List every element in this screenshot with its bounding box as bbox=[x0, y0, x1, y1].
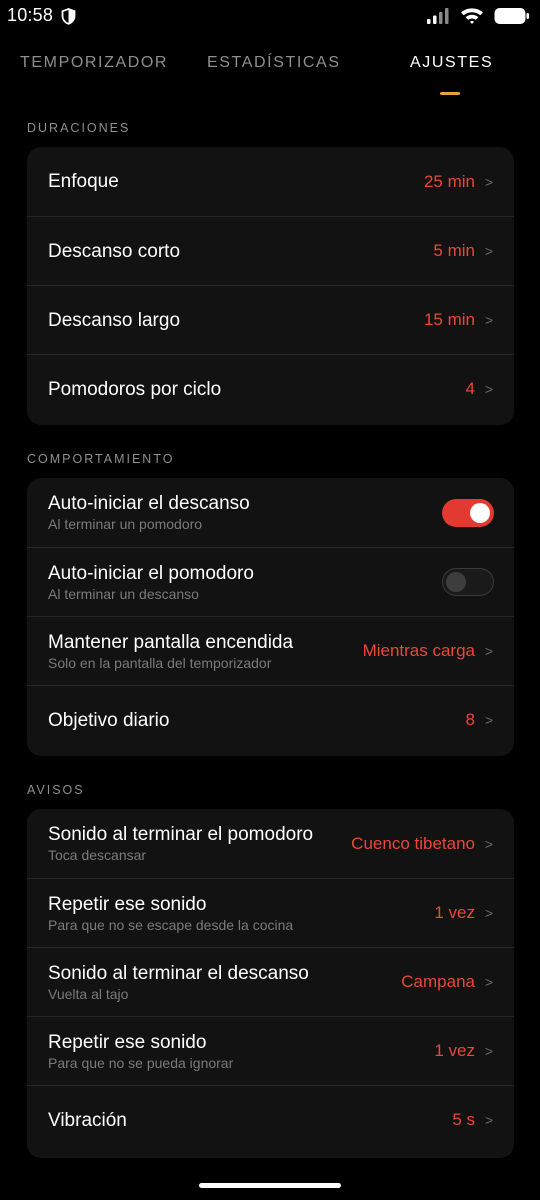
setting-label: Auto-iniciar el descanso bbox=[48, 493, 250, 514]
auto-start-break-toggle[interactable] bbox=[442, 498, 494, 527]
durations-card: Enfoque 25 min > Descanso corto 5 min > … bbox=[27, 147, 514, 425]
setting-label: Descanso corto bbox=[48, 240, 181, 262]
setting-label: Pomodoros por ciclo bbox=[48, 378, 222, 400]
setting-value: 8 bbox=[465, 710, 475, 729]
setting-label: Sonido al terminar el descanso bbox=[48, 962, 309, 984]
setting-label: Vibración bbox=[48, 1109, 127, 1131]
setting-label: Repetir ese sonido bbox=[48, 893, 207, 915]
setting-description: Toca descansar bbox=[48, 847, 147, 863]
chevron-right-icon: > bbox=[484, 1112, 494, 1128]
setting-value: 15 min bbox=[423, 310, 475, 329]
setting-value: Campana bbox=[401, 972, 475, 991]
setting-description: Para que no se escape desde la cocina bbox=[48, 916, 294, 933]
setting-value: 1 vez bbox=[434, 903, 475, 922]
wifi-icon bbox=[461, 8, 483, 24]
toggle-knob bbox=[470, 502, 490, 523]
setting-auto-start-break[interactable]: Auto-iniciar el descanso Al terminar un … bbox=[27, 478, 514, 547]
setting-label: Mantener pantalla encendida bbox=[48, 631, 294, 653]
chevron-right-icon: > bbox=[484, 905, 494, 921]
shield-icon bbox=[61, 8, 76, 25]
setting-pomodoros-per-cycle[interactable]: Pomodoros por ciclo 4 > bbox=[27, 354, 514, 423]
auto-start-pomodoro-toggle[interactable] bbox=[442, 568, 494, 596]
chevron-right-icon: > bbox=[484, 243, 494, 259]
setting-auto-start-pomodoro[interactable]: Auto-iniciar el pomodoro Al terminar un … bbox=[27, 547, 514, 616]
setting-label: Repetir ese sonido bbox=[48, 1031, 207, 1053]
behavior-card: Auto-iniciar el descanso Al terminar un … bbox=[27, 478, 514, 756]
chevron-right-icon: > bbox=[484, 974, 494, 990]
setting-pomodoro-end-sound[interactable]: Sonido al terminar el pomodoro Toca desc… bbox=[27, 809, 514, 878]
section-title-behavior: COMPORTAMIENTO bbox=[27, 452, 175, 466]
toggle-knob bbox=[446, 571, 466, 592]
chevron-right-icon: > bbox=[484, 643, 494, 659]
chevron-right-icon: > bbox=[484, 835, 494, 852]
setting-label: Auto-iniciar el pomodoro bbox=[48, 562, 254, 584]
setting-label: Enfoque bbox=[48, 171, 119, 192]
setting-value: 4 bbox=[465, 379, 475, 398]
active-tab-indicator bbox=[440, 92, 460, 95]
setting-value: 5 s bbox=[452, 1110, 475, 1129]
setting-description: Vuelta al tajo bbox=[48, 985, 129, 1002]
setting-value: 25 min bbox=[423, 171, 475, 191]
chevron-right-icon: > bbox=[484, 1043, 494, 1059]
section-title-alerts: AVISOS bbox=[27, 783, 85, 797]
setting-daily-goal[interactable]: Objetivo diario 8 > bbox=[27, 685, 514, 754]
home-indicator[interactable] bbox=[199, 1183, 341, 1188]
setting-repeat-break-sound[interactable]: Repetir ese sonido Para que no se pueda … bbox=[27, 1016, 514, 1085]
tab-settings[interactable]: AJUSTES bbox=[410, 54, 493, 72]
status-bar: 10:58 bbox=[0, 0, 540, 34]
chevron-right-icon: > bbox=[484, 173, 494, 190]
battery-icon bbox=[494, 7, 529, 24]
setting-long-break[interactable]: Descanso largo 15 min > bbox=[27, 285, 514, 354]
setting-short-break[interactable]: Descanso corto 5 min > bbox=[27, 216, 514, 285]
chevron-right-icon: > bbox=[484, 712, 494, 728]
setting-focus[interactable]: Enfoque 25 min > bbox=[27, 147, 514, 216]
setting-break-end-sound[interactable]: Sonido al terminar el descanso Vuelta al… bbox=[27, 947, 514, 1016]
tab-timer[interactable]: TEMPORIZADOR bbox=[20, 54, 168, 72]
setting-label: Sonido al terminar el pomodoro bbox=[48, 824, 314, 845]
setting-value: Mientras carga bbox=[362, 641, 475, 660]
alerts-card: Sonido al terminar el pomodoro Toca desc… bbox=[27, 809, 514, 1158]
setting-description: Para que no se pueda ignorar bbox=[48, 1054, 234, 1071]
status-time: 10:58 bbox=[7, 5, 54, 25]
signal-icon bbox=[427, 7, 449, 24]
setting-vibration[interactable]: Vibración 5 s > bbox=[27, 1085, 514, 1154]
setting-value: 1 vez bbox=[434, 1041, 475, 1060]
setting-description: Al terminar un pomodoro bbox=[48, 516, 203, 532]
tab-statistics[interactable]: ESTADÍSTICAS bbox=[207, 54, 341, 72]
setting-repeat-pomodoro-sound[interactable]: Repetir ese sonido Para que no se escape… bbox=[27, 878, 514, 947]
chevron-right-icon: > bbox=[484, 381, 494, 397]
setting-keep-screen-on[interactable]: Mantener pantalla encendida Solo en la p… bbox=[27, 616, 514, 685]
setting-value: Cuenco tibetano bbox=[351, 833, 475, 853]
chevron-right-icon: > bbox=[484, 312, 494, 328]
setting-description: Al terminar un descanso bbox=[48, 585, 199, 602]
section-title-durations: DURACIONES bbox=[27, 121, 131, 135]
setting-description: Solo en la pantalla del temporizador bbox=[48, 654, 272, 671]
setting-label: Descanso largo bbox=[48, 309, 181, 331]
setting-label: Objetivo diario bbox=[48, 709, 170, 731]
setting-value: 5 min bbox=[433, 241, 475, 260]
